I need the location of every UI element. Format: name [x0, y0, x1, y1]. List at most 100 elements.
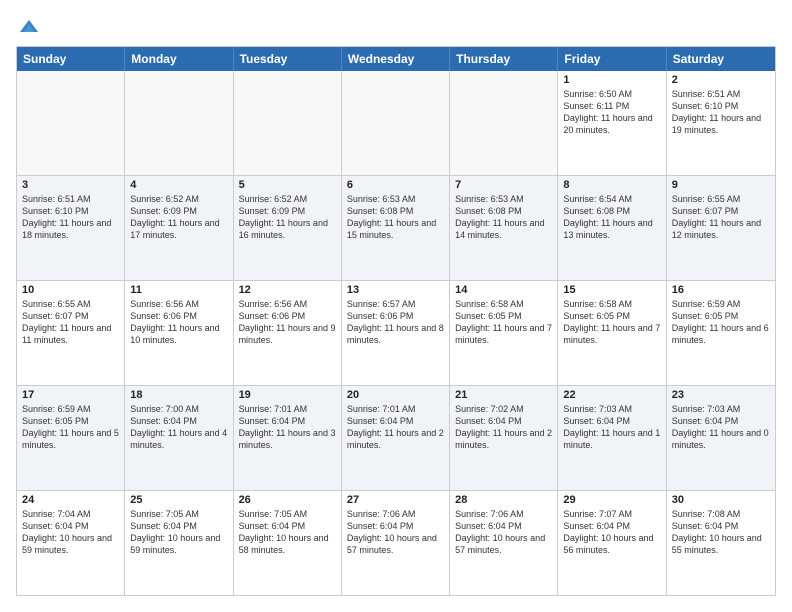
calendar: SundayMondayTuesdayWednesdayThursdayFrid… — [16, 46, 776, 596]
day-number: 21 — [455, 389, 552, 401]
day-number: 3 — [22, 179, 119, 191]
cell-info: Sunrise: 7:06 AM Sunset: 6:04 PM Dayligh… — [455, 508, 552, 557]
day-number: 30 — [672, 494, 770, 506]
calendar-row-2: 10 Sunrise: 6:55 AM Sunset: 6:07 PM Dayli… — [17, 280, 775, 385]
calendar-header-row: SundayMondayTuesdayWednesdayThursdayFrid… — [17, 47, 775, 71]
cell-info: Sunrise: 6:57 AM Sunset: 6:06 PM Dayligh… — [347, 298, 444, 347]
cell-info: Sunrise: 6:51 AM Sunset: 6:10 PM Dayligh… — [672, 88, 770, 137]
day-cell-29: 29 Sunrise: 7:07 AM Sunset: 6:04 PM Dayli… — [558, 491, 666, 595]
cell-info: Sunrise: 7:06 AM Sunset: 6:04 PM Dayligh… — [347, 508, 444, 557]
day-cell-16: 16 Sunrise: 6:59 AM Sunset: 6:05 PM Dayli… — [667, 281, 775, 385]
day-number: 7 — [455, 179, 552, 191]
cell-info: Sunrise: 7:03 AM Sunset: 6:04 PM Dayligh… — [672, 403, 770, 452]
day-number: 8 — [563, 179, 660, 191]
logo — [16, 16, 40, 36]
calendar-row-0: 1 Sunrise: 6:50 AM Sunset: 6:11 PM Daylig… — [17, 71, 775, 175]
day-cell-13: 13 Sunrise: 6:57 AM Sunset: 6:06 PM Dayli… — [342, 281, 450, 385]
cell-info: Sunrise: 6:55 AM Sunset: 6:07 PM Dayligh… — [22, 298, 119, 347]
cell-info: Sunrise: 6:59 AM Sunset: 6:05 PM Dayligh… — [22, 403, 119, 452]
day-number: 29 — [563, 494, 660, 506]
empty-cell — [17, 71, 125, 175]
calendar-row-4: 24 Sunrise: 7:04 AM Sunset: 6:04 PM Dayli… — [17, 490, 775, 595]
cell-info: Sunrise: 7:01 AM Sunset: 6:04 PM Dayligh… — [347, 403, 444, 452]
day-number: 12 — [239, 284, 336, 296]
cell-info: Sunrise: 6:50 AM Sunset: 6:11 PM Dayligh… — [563, 88, 660, 137]
day-number: 27 — [347, 494, 444, 506]
day-number: 14 — [455, 284, 552, 296]
day-cell-18: 18Sunrise: 7:00 AM Sunset: 6:04 PM Dayli… — [125, 386, 233, 490]
day-number: 16 — [672, 284, 770, 296]
day-number: 19 — [239, 389, 336, 401]
day-number: 24 — [22, 494, 119, 506]
cell-info: Sunrise: 7:02 AM Sunset: 6:04 PM Dayligh… — [455, 403, 552, 452]
day-number: 6 — [347, 179, 444, 191]
calendar-body: 1 Sunrise: 6:50 AM Sunset: 6:11 PM Daylig… — [17, 71, 775, 595]
day-cell-14: 14 Sunrise: 6:58 AM Sunset: 6:05 PM Dayli… — [450, 281, 558, 385]
day-number: 17 — [22, 389, 119, 401]
day-cell-23: 23 Sunrise: 7:03 AM Sunset: 6:04 PM Dayli… — [667, 386, 775, 490]
day-number: 1 — [563, 74, 660, 86]
header — [16, 16, 776, 36]
day-number: 26 — [239, 494, 336, 506]
cell-info: Sunrise: 6:56 AM Sunset: 6:06 PM Dayligh… — [130, 298, 227, 347]
day-cell-26: 26 Sunrise: 7:05 AM Sunset: 6:04 PM Dayli… — [234, 491, 342, 595]
cell-info: Sunrise: 7:03 AM Sunset: 6:04 PM Dayligh… — [563, 403, 660, 452]
day-number: 2 — [672, 74, 770, 86]
day-cell-10: 10 Sunrise: 6:55 AM Sunset: 6:07 PM Dayli… — [17, 281, 125, 385]
day-cell-25: 25 Sunrise: 7:05 AM Sunset: 6:04 PM Dayli… — [125, 491, 233, 595]
cell-info: Sunrise: 6:58 AM Sunset: 6:05 PM Dayligh… — [563, 298, 660, 347]
empty-cell — [342, 71, 450, 175]
cell-info: Sunrise: 7:05 AM Sunset: 6:04 PM Dayligh… — [239, 508, 336, 557]
day-cell-11: 11 Sunrise: 6:56 AM Sunset: 6:06 PM Dayli… — [125, 281, 233, 385]
day-cell-15: 15 Sunrise: 6:58 AM Sunset: 6:05 PM Dayli… — [558, 281, 666, 385]
cell-info: Sunrise: 6:53 AM Sunset: 6:08 PM Dayligh… — [347, 193, 444, 242]
day-cell-7: 7 Sunrise: 6:53 AM Sunset: 6:08 PM Daylig… — [450, 176, 558, 280]
cell-info: Sunrise: 6:51 AM Sunset: 6:10 PM Dayligh… — [22, 193, 119, 242]
header-cell-saturday: Saturday — [667, 47, 775, 71]
cell-info: Sunrise: 6:55 AM Sunset: 6:07 PM Dayligh… — [672, 193, 770, 242]
logo-icon — [18, 16, 40, 38]
day-number: 28 — [455, 494, 552, 506]
cell-info: Sunrise: 7:05 AM Sunset: 6:04 PM Dayligh… — [130, 508, 227, 557]
day-cell-1: 1 Sunrise: 6:50 AM Sunset: 6:11 PM Daylig… — [558, 71, 666, 175]
cell-info: Sunrise: 6:52 AM Sunset: 6:09 PM Dayligh… — [239, 193, 336, 242]
cell-info: Sunrise: 7:07 AM Sunset: 6:04 PM Dayligh… — [563, 508, 660, 557]
day-number: 13 — [347, 284, 444, 296]
cell-info: Sunrise: 6:52 AM Sunset: 6:09 PM Dayligh… — [130, 193, 227, 242]
cell-info: Sunrise: 6:54 AM Sunset: 6:08 PM Dayligh… — [563, 193, 660, 242]
day-cell-30: 30Sunrise: 7:08 AM Sunset: 6:04 PM Dayli… — [667, 491, 775, 595]
day-cell-19: 19Sunrise: 7:01 AM Sunset: 6:04 PM Dayli… — [234, 386, 342, 490]
day-number: 10 — [22, 284, 119, 296]
cell-info: Sunrise: 6:59 AM Sunset: 6:05 PM Dayligh… — [672, 298, 770, 347]
day-number: 15 — [563, 284, 660, 296]
day-cell-20: 20 Sunrise: 7:01 AM Sunset: 6:04 PM Dayli… — [342, 386, 450, 490]
day-number: 4 — [130, 179, 227, 191]
day-number: 18 — [130, 389, 227, 401]
day-cell-28: 28 Sunrise: 7:06 AM Sunset: 6:04 PM Dayli… — [450, 491, 558, 595]
day-number: 22 — [563, 389, 660, 401]
header-cell-friday: Friday — [558, 47, 666, 71]
day-cell-2: 2 Sunrise: 6:51 AM Sunset: 6:10 PM Daylig… — [667, 71, 775, 175]
cell-info: Sunrise: 7:04 AM Sunset: 6:04 PM Dayligh… — [22, 508, 119, 557]
header-cell-sunday: Sunday — [17, 47, 125, 71]
day-cell-4: 4 Sunrise: 6:52 AM Sunset: 6:09 PM Daylig… — [125, 176, 233, 280]
day-cell-22: 22 Sunrise: 7:03 AM Sunset: 6:04 PM Dayli… — [558, 386, 666, 490]
cell-info: Sunrise: 6:56 AM Sunset: 6:06 PM Dayligh… — [239, 298, 336, 347]
day-number: 11 — [130, 284, 227, 296]
empty-cell — [125, 71, 233, 175]
day-number: 25 — [130, 494, 227, 506]
day-number: 20 — [347, 389, 444, 401]
calendar-row-1: 3 Sunrise: 6:51 AM Sunset: 6:10 PM Daylig… — [17, 175, 775, 280]
day-number: 5 — [239, 179, 336, 191]
page: SundayMondayTuesdayWednesdayThursdayFrid… — [0, 0, 792, 612]
empty-cell — [234, 71, 342, 175]
cell-info: Sunrise: 6:53 AM Sunset: 6:08 PM Dayligh… — [455, 193, 552, 242]
day-cell-6: 6 Sunrise: 6:53 AM Sunset: 6:08 PM Daylig… — [342, 176, 450, 280]
cell-info: Sunrise: 6:58 AM Sunset: 6:05 PM Dayligh… — [455, 298, 552, 347]
day-cell-27: 27 Sunrise: 7:06 AM Sunset: 6:04 PM Dayli… — [342, 491, 450, 595]
day-number: 23 — [672, 389, 770, 401]
day-cell-9: 9Sunrise: 6:55 AM Sunset: 6:07 PM Daylig… — [667, 176, 775, 280]
header-cell-wednesday: Wednesday — [342, 47, 450, 71]
day-cell-21: 21 Sunrise: 7:02 AM Sunset: 6:04 PM Dayli… — [450, 386, 558, 490]
empty-cell — [450, 71, 558, 175]
